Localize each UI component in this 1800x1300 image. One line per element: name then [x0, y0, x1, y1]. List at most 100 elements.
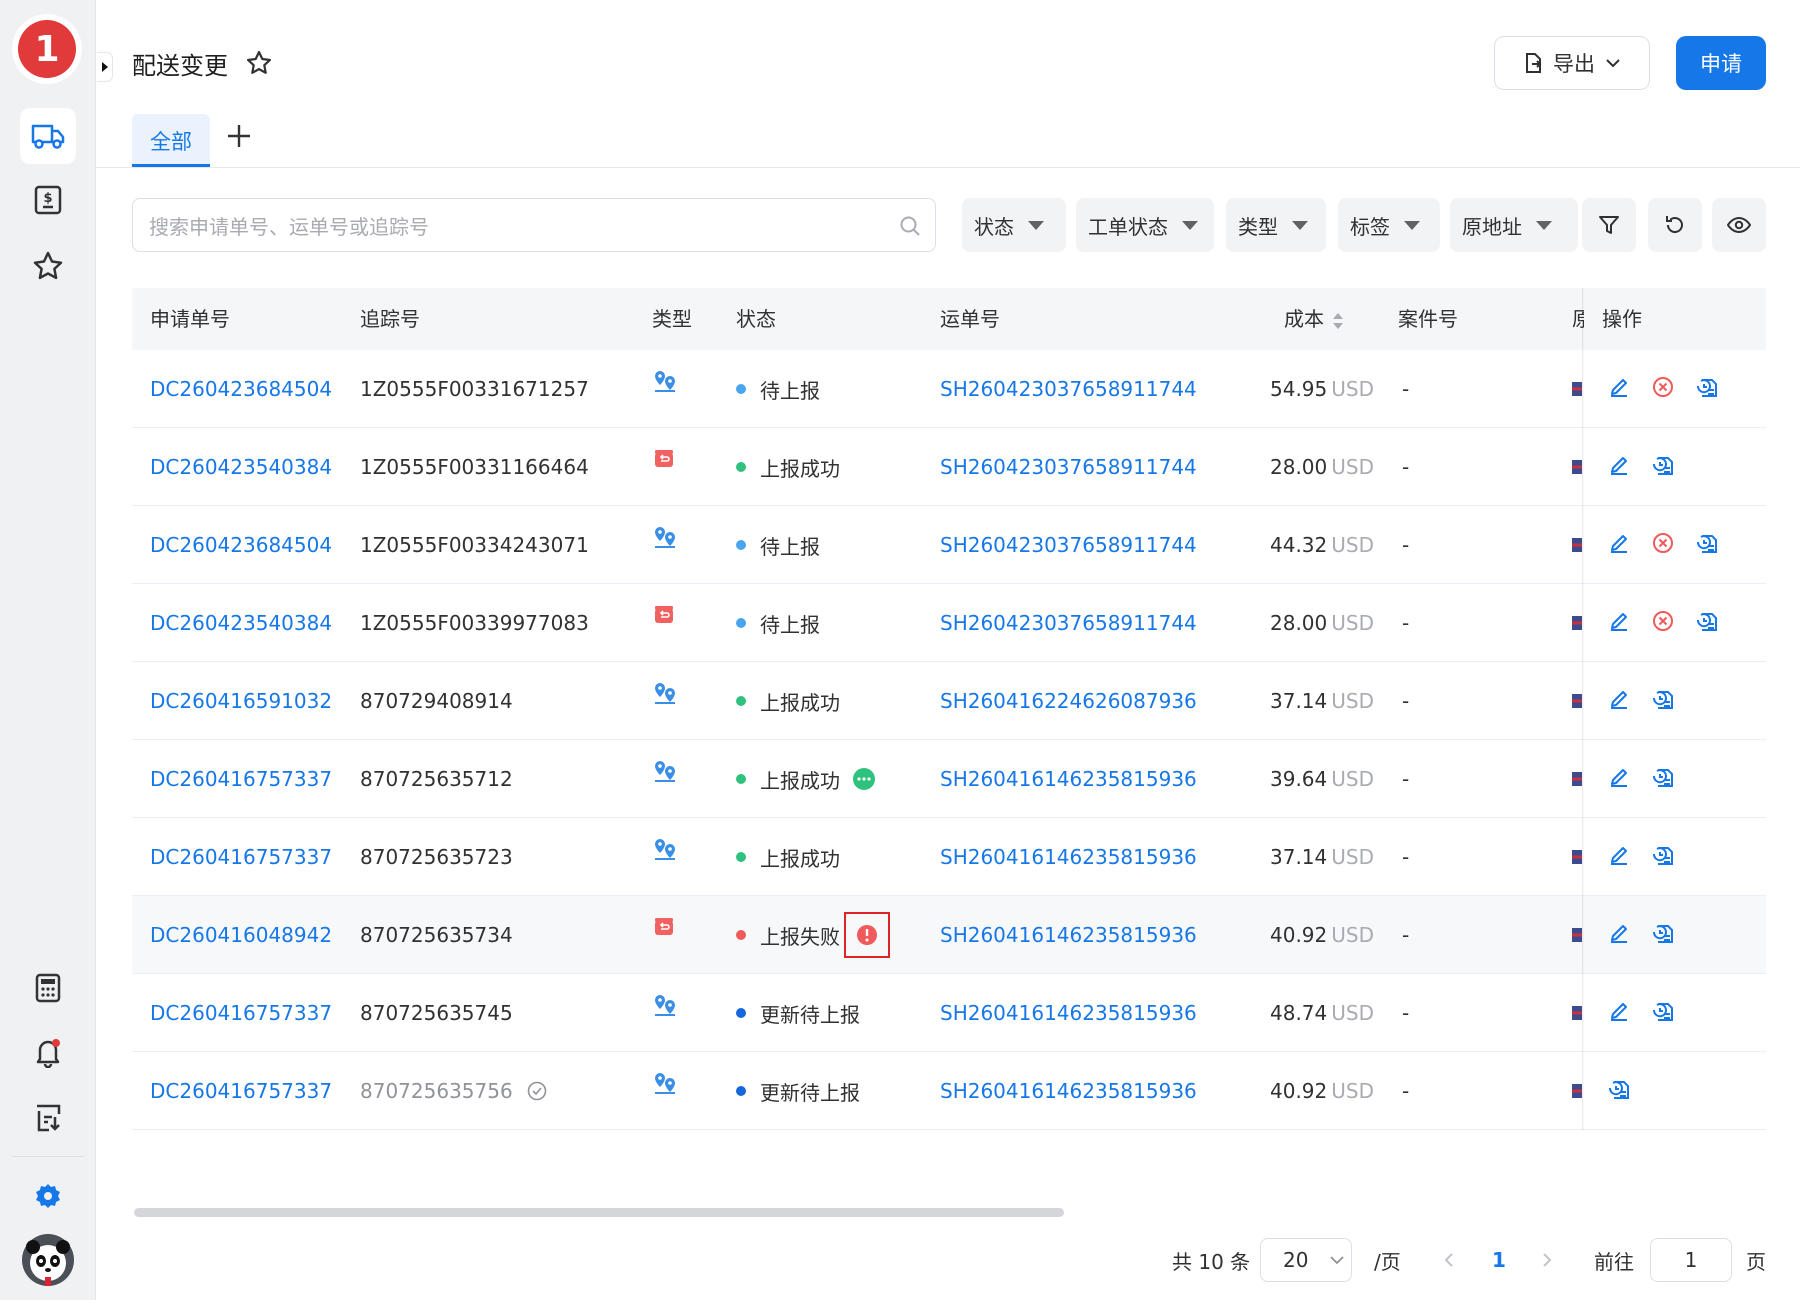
action-history-button[interactable]: [1652, 688, 1676, 715]
prev-page-button[interactable]: [1444, 1238, 1454, 1282]
apply-no-link[interactable]: DC260423684504: [150, 350, 332, 428]
table-row[interactable]: DC260416757337 870725635723 上报成功 SH26041614…: [132, 818, 1766, 896]
page-number-current[interactable]: 1: [1492, 1238, 1506, 1282]
column-visibility-button[interactable]: [1712, 198, 1766, 252]
col-cost[interactable]: 成本: [1284, 288, 1344, 350]
tracking-number[interactable]: 870725635745: [360, 1001, 513, 1025]
table-row[interactable]: DC260416757337 870725635712 上报成功 SH26041614…: [132, 740, 1766, 818]
table-row[interactable]: DC260423540384 1Z0555F00331166464 上报成功 SH26…: [132, 428, 1766, 506]
action-history-button[interactable]: [1652, 1000, 1676, 1027]
location-change-icon: [652, 368, 678, 399]
waybill-link[interactable]: SH260423037658911744: [940, 350, 1197, 428]
tracking-number[interactable]: 1Z0555F00331671257: [360, 377, 589, 401]
table-row[interactable]: DC260423684504 1Z0555F00334243071 待上报 SH260…: [132, 506, 1766, 584]
app-logo[interactable]: 1: [12, 14, 82, 84]
sidebar-item-favorites[interactable]: [20, 238, 76, 294]
refresh-button[interactable]: [1648, 198, 1702, 252]
apply-no-link[interactable]: DC260416757337: [150, 974, 332, 1052]
filter-type[interactable]: 类型: [1226, 198, 1326, 252]
apply-no-link[interactable]: DC260416757337: [150, 740, 332, 818]
location-change-icon: [652, 680, 678, 711]
apply-no-link[interactable]: DC260416757337: [150, 1052, 332, 1130]
page-size-select[interactable]: 20: [1260, 1238, 1352, 1282]
chat-more-icon[interactable]: [852, 767, 876, 791]
filter-status[interactable]: 状态: [962, 198, 1066, 252]
apply-button[interactable]: 申请: [1676, 36, 1766, 90]
waybill-link[interactable]: SH260416146235815936: [940, 1052, 1197, 1130]
action-edit-button[interactable]: [1608, 532, 1630, 559]
next-page-button[interactable]: [1542, 1238, 1552, 1282]
action-history-button[interactable]: [1652, 766, 1676, 793]
edit-icon: [1611, 924, 1627, 943]
apply-no-link[interactable]: DC260423540384: [150, 584, 332, 662]
apply-no-link[interactable]: DC260423684504: [150, 506, 332, 584]
action-edit-button[interactable]: [1608, 844, 1630, 871]
error-highlight[interactable]: [844, 912, 890, 958]
export-button[interactable]: 导出: [1494, 36, 1650, 90]
waybill-link[interactable]: SH260423037658911744: [940, 584, 1197, 662]
table-row[interactable]: DC260423684504 1Z0555F00331671257 待上报 SH260…: [132, 350, 1766, 428]
action-history-button[interactable]: [1696, 532, 1720, 559]
action-edit-button[interactable]: [1608, 922, 1630, 949]
apply-no-link[interactable]: DC260423540384: [150, 428, 332, 506]
advanced-filter-button[interactable]: [1582, 198, 1636, 252]
sidebar-toggle[interactable]: [97, 52, 113, 82]
waybill-link[interactable]: SH260416146235815936: [940, 740, 1197, 818]
waybill-link[interactable]: SH260423037658911744: [940, 506, 1197, 584]
tracking-number[interactable]: 1Z0555F00331166464: [360, 455, 589, 479]
status-label: 上报成功: [760, 846, 840, 871]
table-row[interactable]: DC260416591032 870729408914 上报成功 SH26041622…: [132, 662, 1766, 740]
tab-all[interactable]: 全部: [132, 114, 210, 168]
sidebar-item-delivery[interactable]: [20, 108, 76, 164]
sidebar-item-downloads[interactable]: [20, 1090, 76, 1146]
tracking-number[interactable]: 870725635723: [360, 845, 513, 869]
waybill-link[interactable]: SH260416146235815936: [940, 896, 1197, 974]
action-history-button[interactable]: [1652, 922, 1676, 949]
tracking-number[interactable]: 870725635712: [360, 767, 513, 791]
table-row[interactable]: DC260416757337 870725635745 更新待上报 SH2604161…: [132, 974, 1766, 1052]
sidebar-item-notifications[interactable]: [20, 1024, 76, 1080]
goto-page-input[interactable]: 1: [1650, 1238, 1732, 1282]
action-edit-button[interactable]: [1608, 688, 1630, 715]
horizontal-scrollbar[interactable]: [134, 1208, 1064, 1217]
action-cancel-button[interactable]: [1652, 532, 1674, 559]
filter-origin-address[interactable]: 原地址: [1450, 198, 1578, 252]
sidebar-item-settings[interactable]: [20, 1168, 76, 1224]
search-input[interactable]: 搜索申请单号、运单号或追踪号: [132, 198, 936, 252]
tracking-number[interactable]: 870725635734: [360, 923, 513, 947]
waybill-link[interactable]: SH260416146235815936: [940, 818, 1197, 896]
favorite-button[interactable]: [246, 50, 272, 81]
apply-no-link[interactable]: DC260416591032: [150, 662, 332, 740]
tracking-number[interactable]: 1Z0555F00334243071: [360, 533, 589, 557]
filter-status-label: 状态: [974, 214, 1014, 239]
apply-no-link[interactable]: DC260416757337: [150, 818, 332, 896]
action-edit-button[interactable]: [1608, 610, 1630, 637]
action-history-button[interactable]: [1696, 376, 1720, 403]
filter-tag[interactable]: 标签: [1338, 198, 1440, 252]
sidebar-item-billing[interactable]: $: [20, 172, 76, 228]
sidebar-item-calculator[interactable]: [20, 960, 76, 1016]
waybill-link[interactable]: SH260416224626087936: [940, 662, 1197, 740]
action-history-button[interactable]: [1652, 454, 1676, 481]
action-cancel-button[interactable]: [1652, 610, 1674, 637]
action-cancel-button[interactable]: [1652, 376, 1674, 403]
action-edit-button[interactable]: [1608, 454, 1630, 481]
action-edit-button[interactable]: [1608, 376, 1630, 403]
waybill-link[interactable]: SH260416146235815936: [940, 974, 1197, 1052]
tracking-number[interactable]: 1Z0555F00339977083: [360, 611, 589, 635]
apply-no-link[interactable]: DC260416048942: [150, 896, 332, 974]
user-avatar[interactable]: [20, 1232, 76, 1288]
action-history-button[interactable]: [1696, 610, 1720, 637]
waybill-link[interactable]: SH260423037658911744: [940, 428, 1197, 506]
action-edit-button[interactable]: [1608, 1000, 1630, 1027]
action-history-button[interactable]: [1608, 1078, 1632, 1105]
tracking-number[interactable]: 870725635756: [360, 1079, 513, 1103]
action-history-button[interactable]: [1652, 844, 1676, 871]
add-tab-button[interactable]: [226, 118, 252, 158]
action-edit-button[interactable]: [1608, 766, 1630, 793]
table-row[interactable]: DC260416048942 870725635734 上报失败 SH26041614…: [132, 896, 1766, 974]
filter-ticket-status[interactable]: 工单状态: [1076, 198, 1214, 252]
table-row[interactable]: DC260423540384 1Z0555F00339977083 待上报 SH260…: [132, 584, 1766, 662]
tracking-number[interactable]: 870729408914: [360, 689, 513, 713]
table-row[interactable]: DC260416757337 870725635756 更新待上报 SH2604161…: [132, 1052, 1766, 1130]
